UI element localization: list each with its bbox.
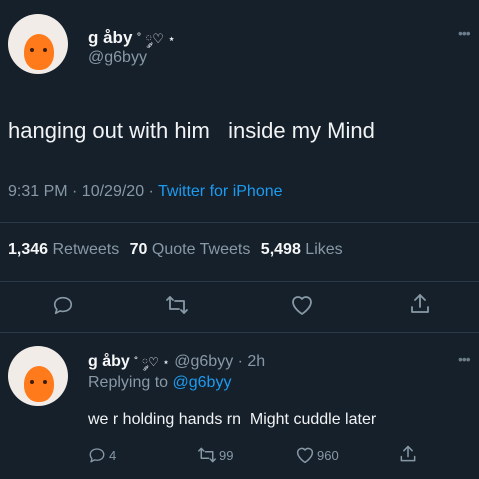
- retweets-label: Retweets: [52, 241, 120, 258]
- like-icon: [295, 446, 315, 464]
- reply-icon: [88, 446, 106, 464]
- reply-icon[interactable]: [52, 294, 74, 316]
- likes-stat[interactable]: 5,498 Likes: [261, 241, 343, 258]
- tweet-time: 9:31 PM · 10/29/20 ·: [8, 183, 159, 200]
- avatar[interactable]: [8, 14, 68, 74]
- reply-count: 4: [109, 447, 117, 463]
- retweet-count: 99: [219, 447, 234, 463]
- retweet-icon: [197, 446, 217, 464]
- quotes-stat[interactable]: 70 Quote Tweets: [130, 241, 255, 258]
- divider: [0, 222, 479, 223]
- tweet-source[interactable]: Twitter for iPhone: [158, 183, 283, 200]
- tweet-stats: 1,346 Retweets 70 Quote Tweets 5,498 Lik…: [8, 241, 343, 259]
- reply-share-icon[interactable]: [398, 444, 418, 464]
- replying-to-handle[interactable]: @g6byy: [173, 374, 232, 391]
- reply-like-action[interactable]: 960: [295, 446, 339, 464]
- likes-count: 5,498: [260, 241, 301, 258]
- retweets-stat[interactable]: 1,346 Retweets: [8, 241, 124, 258]
- like-icon[interactable]: [290, 294, 314, 316]
- reply-avatar[interactable]: [8, 346, 68, 406]
- like-count: 960: [317, 447, 339, 463]
- reply-more-options-icon[interactable]: •••: [458, 352, 471, 366]
- display-name[interactable]: g åby: [88, 28, 132, 47]
- quotes-count: 70: [129, 241, 148, 258]
- quotes-label: Quote Tweets: [151, 241, 251, 258]
- reply-display-name[interactable]: g åby: [88, 353, 130, 370]
- divider: [0, 332, 479, 333]
- retweet-icon[interactable]: [165, 294, 189, 316]
- tweet-text: hanging out with him inside my Mind: [8, 118, 375, 143]
- reply-reply-action[interactable]: 4: [88, 446, 116, 464]
- divider: [0, 281, 479, 282]
- tweet-meta: 9:31 PM · 10/29/20 · Twitter for iPhone: [8, 183, 283, 201]
- reply-retweet-action[interactable]: 99: [197, 446, 233, 464]
- name-emoji: ˚ ༘♡ ⋆: [137, 31, 176, 46]
- handle[interactable]: @g6byy: [88, 49, 147, 67]
- reply-name-emoji: ˚ ༘♡ ⋆: [134, 355, 170, 369]
- share-icon[interactable]: [408, 292, 432, 316]
- retweets-count: 1,346: [8, 241, 49, 258]
- reply-handle-time[interactable]: @g6byy · 2h: [174, 353, 265, 370]
- reply-text: we r holding hands rn Might cuddle later: [88, 411, 377, 428]
- likes-label: Likes: [305, 241, 343, 258]
- replying-to-prefix: Replying to: [88, 374, 173, 391]
- replying-to: Replying to @g6byy: [88, 374, 231, 392]
- more-options-icon[interactable]: •••: [458, 26, 471, 40]
